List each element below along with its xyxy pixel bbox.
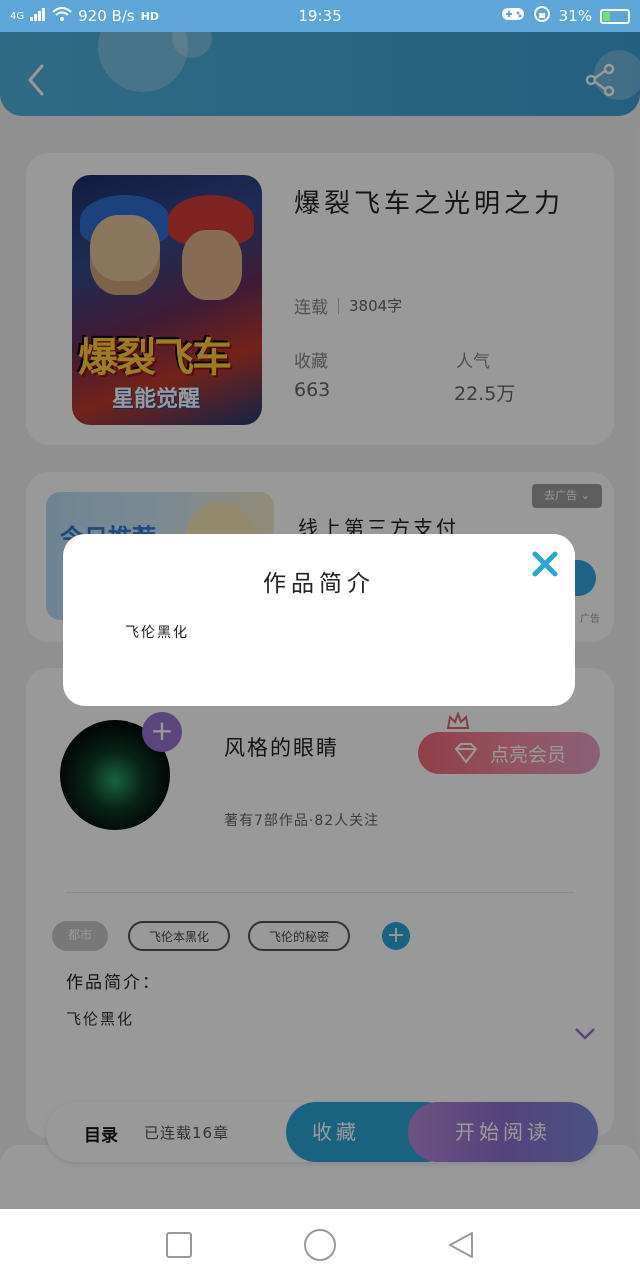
gamepad-icon [501,6,525,26]
status-time: 19:35 [298,7,342,25]
recent-apps-icon[interactable] [164,1230,194,1260]
system-nav-bar [0,1209,640,1280]
close-icon[interactable] [515,534,575,594]
wifi-icon [52,6,72,26]
battery-percent: 31% [558,7,592,25]
network-speed: 920 B/s [78,7,135,25]
modal-title: 作品简介 [263,571,375,597]
battery-icon [600,8,630,24]
hd-call-icon: HD [140,9,160,23]
modal-body: 飞伦黑化 [125,625,189,641]
status-bar: 4G 920 B/s HD 19:35 31% [0,0,640,32]
rotation-lock-icon [533,5,551,27]
network-label: 4G [10,10,25,22]
signal-icon [30,7,46,25]
back-nav-icon[interactable] [446,1230,476,1260]
home-icon[interactable] [303,1228,337,1262]
intro-modal: 作品简介 飞伦黑化 [63,534,575,706]
